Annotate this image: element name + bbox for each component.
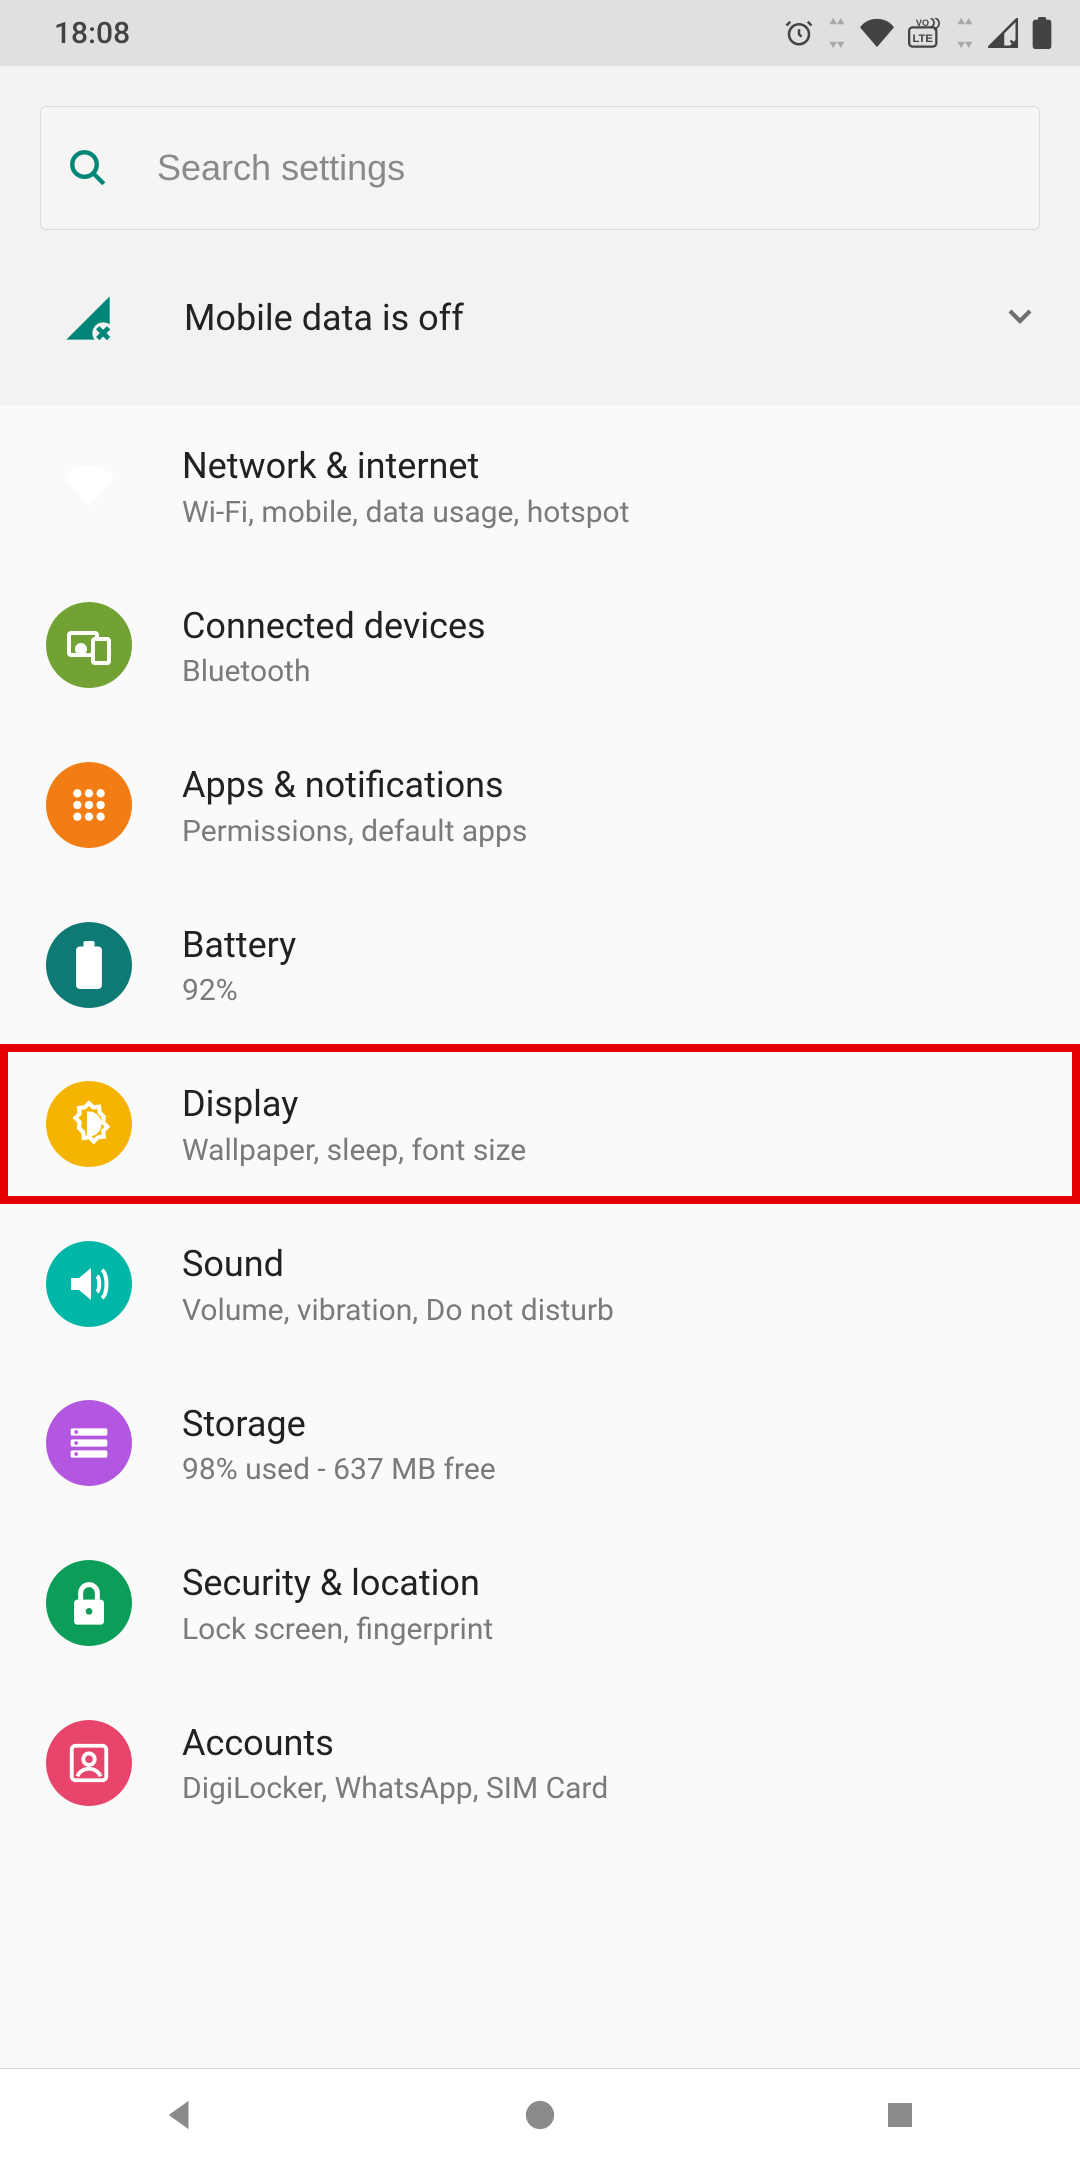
nav-home-button[interactable] (518, 2093, 562, 2137)
storage-icon (46, 1400, 132, 1486)
settings-item-network[interactable]: Network & internet Wi-Fi, mobile, data u… (0, 406, 1080, 566)
signal-off-icon (60, 290, 116, 346)
item-title: Storage (182, 1400, 496, 1449)
settings-item-sound[interactable]: Sound Volume, vibration, Do not disturb (0, 1204, 1080, 1364)
account-icon (46, 1720, 132, 1806)
alarm-icon (784, 18, 814, 48)
settings-list: Network & internet Wi-Fi, mobile, data u… (0, 406, 1080, 1842)
settings-item-apps[interactable]: Apps & notifications Permissions, defaul… (0, 725, 1080, 885)
data-arrows-icon-2 (956, 18, 974, 48)
battery-circle-icon (46, 922, 132, 1008)
search-icon (67, 147, 109, 189)
settings-item-display[interactable]: Display Wallpaper, sleep, font size (0, 1044, 1080, 1204)
item-sub: Lock screen, fingerprint (182, 1612, 493, 1647)
header: Mobile data is off (0, 66, 1080, 406)
item-title: Network & internet (182, 442, 629, 491)
suggestion-mobile-data[interactable]: Mobile data is off (0, 230, 1080, 406)
item-sub: Wi-Fi, mobile, data usage, hotspot (182, 495, 629, 530)
item-title: Apps & notifications (182, 761, 527, 810)
status-bar: 18:08 LTE VO (0, 0, 1080, 66)
status-time: 18:08 (54, 16, 130, 51)
devices-icon (46, 602, 132, 688)
suggestion-label: Mobile data is off (184, 297, 464, 339)
item-title: Display (182, 1080, 526, 1129)
settings-item-connected-devices[interactable]: Connected devices Bluetooth (0, 566, 1080, 726)
data-arrows-icon (828, 18, 846, 48)
item-sub: Wallpaper, sleep, font size (182, 1133, 526, 1168)
lock-icon (46, 1560, 132, 1646)
wifi-circle-icon (46, 443, 132, 529)
search-card[interactable] (40, 106, 1040, 230)
brightness-icon (46, 1081, 132, 1167)
item-title: Battery (182, 921, 296, 970)
item-sub: 98% used - 637 MB free (182, 1452, 496, 1487)
item-sub: DigiLocker, WhatsApp, SIM Card (182, 1771, 608, 1806)
item-title: Accounts (182, 1719, 608, 1768)
settings-item-storage[interactable]: Storage 98% used - 637 MB free (0, 1364, 1080, 1524)
item-sub: Bluetooth (182, 654, 486, 689)
item-sub: Volume, vibration, Do not disturb (182, 1293, 614, 1328)
volte-icon: LTE VO (908, 18, 942, 48)
settings-item-accounts[interactable]: Accounts DigiLocker, WhatsApp, SIM Card (0, 1683, 1080, 1843)
nav-back-button[interactable] (158, 2093, 202, 2137)
settings-item-battery[interactable]: Battery 92% (0, 885, 1080, 1045)
item-title: Connected devices (182, 602, 486, 651)
signal-icon (988, 18, 1018, 48)
nav-recent-button[interactable] (878, 2093, 922, 2137)
item-sub: Permissions, default apps (182, 814, 527, 849)
item-title: Security & location (182, 1559, 493, 1608)
nav-bar (0, 2068, 1080, 2160)
status-icons: LTE VO (784, 17, 1052, 49)
apps-grid-icon (46, 762, 132, 848)
settings-item-security[interactable]: Security & location Lock screen, fingerp… (0, 1523, 1080, 1683)
svg-text:VO: VO (916, 18, 929, 28)
chevron-down-icon (1000, 296, 1040, 340)
search-input[interactable] (157, 147, 1013, 189)
wifi-icon (860, 18, 894, 48)
battery-icon (1032, 17, 1052, 49)
svg-text:LTE: LTE (912, 33, 933, 45)
volume-icon (46, 1241, 132, 1327)
item-sub: 92% (182, 973, 296, 1008)
item-title: Sound (182, 1240, 614, 1289)
